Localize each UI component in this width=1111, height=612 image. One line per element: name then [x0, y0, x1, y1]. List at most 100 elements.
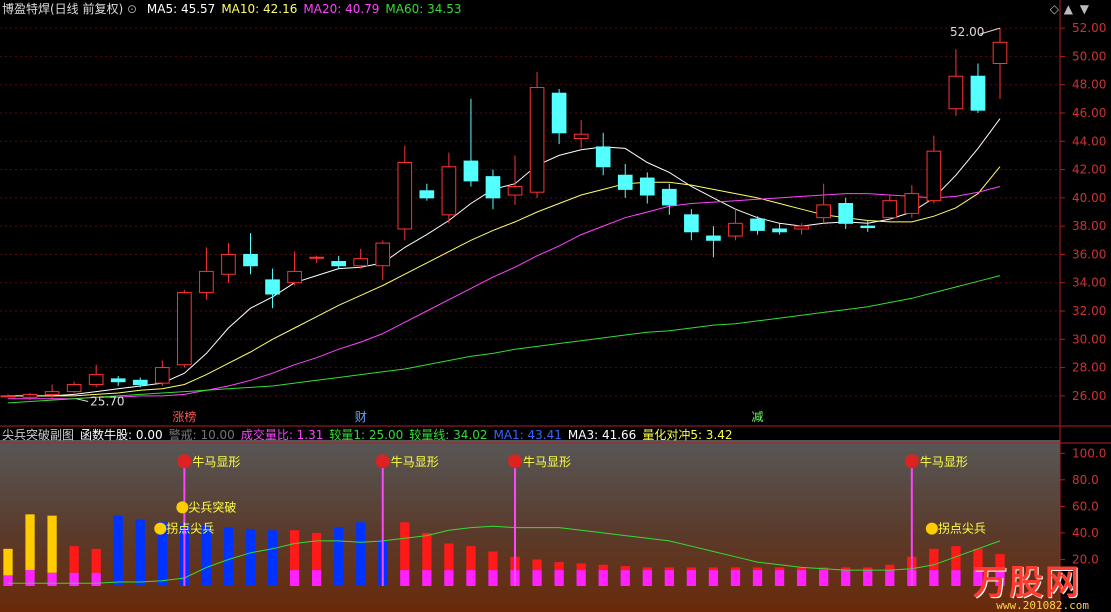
- sub-bar: [730, 567, 741, 586]
- candle: [728, 209, 743, 241]
- sub-bar-base: [951, 570, 961, 586]
- sub-header-item-5: 较量1: 25.00: [329, 428, 404, 442]
- sub-bar: [47, 515, 57, 586]
- sub-bar-body: [664, 567, 674, 571]
- signal-label: 牛马显形: [523, 454, 571, 469]
- watermark-url: www.201082.com: [996, 599, 1089, 612]
- sub-bar-base: [422, 570, 432, 586]
- main-y-tick-label: 26.00: [1072, 389, 1106, 403]
- candle-body: [728, 222, 743, 237]
- candle: [132, 377, 148, 388]
- main-y-tick-label: 28.00: [1072, 361, 1106, 375]
- stock-title[interactable]: 博盈特焊(日线 前复权): [2, 2, 123, 16]
- candle-body: [463, 160, 479, 182]
- sub-bar: [554, 562, 564, 586]
- sub-bar: [686, 567, 697, 586]
- candle: [970, 63, 986, 113]
- sub-header-item-7: MA1: 43.41: [493, 428, 562, 442]
- candle-body: [265, 279, 280, 295]
- candle-body: [507, 186, 523, 196]
- tag-label: 拐点尖兵: [938, 521, 986, 536]
- candle-body: [992, 41, 1008, 64]
- signal-label: 牛马显形: [391, 454, 439, 469]
- sub-bar: [929, 548, 939, 586]
- sub-bar-base: [69, 572, 79, 586]
- sub-header-item-3: 警戒: 10.00: [168, 428, 235, 442]
- candle-body: [551, 92, 567, 134]
- sub-bar-base: [841, 570, 851, 586]
- candle-body: [706, 235, 721, 241]
- candle-body: [948, 75, 964, 110]
- candle: [529, 71, 545, 198]
- sub-bar: [245, 528, 256, 586]
- high-price-label: 52.00: [950, 25, 984, 39]
- candle-body: [794, 225, 809, 230]
- main-y-tick-label: 36.00: [1072, 247, 1106, 261]
- main-y-tick-label: 52.00: [1072, 21, 1106, 35]
- event-marker-2[interactable]: 财: [355, 410, 367, 424]
- candle-body: [441, 166, 457, 216]
- sub-bar: [774, 567, 785, 586]
- candle: [463, 98, 479, 187]
- candle: [926, 135, 942, 204]
- sub-bar-base: [708, 570, 719, 586]
- dropdown-icon[interactable]: ⊙: [127, 2, 137, 16]
- sub-bar: [642, 567, 652, 586]
- sub-bar-body: [774, 567, 785, 571]
- candle-body: [661, 188, 677, 206]
- candle-body: [529, 87, 545, 193]
- sub-bar: [466, 546, 476, 586]
- sub-bar-body: [356, 522, 366, 586]
- candle: [639, 172, 655, 204]
- candle: [66, 381, 82, 394]
- chart-canvas: 26.00 28.00 30.00 32.00 34.00 36.00 38.00 40.00…: [0, 0, 1111, 612]
- candle-body: [419, 190, 435, 199]
- sub-bar-body: [444, 543, 454, 571]
- candle-body: [331, 261, 347, 267]
- sub-bar: [532, 559, 542, 586]
- candle-body: [287, 270, 302, 284]
- sub-bar: [576, 563, 586, 586]
- ma-label-2: MA10: 42.16: [221, 2, 298, 16]
- candle-body: [772, 228, 787, 233]
- sub-bar: [356, 522, 366, 586]
- sub-bar-base: [554, 570, 564, 586]
- candle-body: [904, 193, 920, 214]
- sub-bar: [223, 527, 234, 586]
- diamond-icon[interactable]: ◇: [1050, 2, 1059, 16]
- sub-bar-base: [466, 570, 476, 586]
- ma-line-ma10: [8, 166, 1001, 397]
- candle: [661, 183, 677, 215]
- sub-bar: [488, 551, 498, 586]
- sub-bar-body: [576, 563, 586, 571]
- candle: [309, 255, 324, 263]
- sub-bar-body: [25, 514, 35, 571]
- tag-badge-icon: [176, 501, 189, 514]
- event-marker-1[interactable]: 涨榜: [172, 409, 196, 424]
- sub-bar: [400, 522, 410, 586]
- candle: [353, 248, 369, 269]
- sub-bar-base: [664, 570, 674, 586]
- candle: [816, 183, 831, 224]
- down-icon[interactable]: ▼: [1080, 2, 1089, 16]
- main-y-tick-label: 46.00: [1072, 106, 1106, 120]
- ma-label-1: MA5: 45.57: [146, 2, 216, 16]
- sub-bar-body: [708, 567, 719, 571]
- sub-header: 尖兵突破副图 函数牛股: 0.00 警戒: 10.00 成交量比: 1.31 较量1: …: [2, 428, 739, 442]
- sub-bar-base: [311, 570, 322, 586]
- sub-bar-base: [819, 570, 829, 586]
- candle-body: [132, 379, 148, 386]
- candle-body: [88, 374, 104, 386]
- sub-bar-base: [598, 570, 608, 586]
- sub-bar-body: [422, 532, 432, 571]
- sub-bar-body: [686, 567, 697, 571]
- main-y-tick-label: 48.00: [1072, 78, 1106, 92]
- candle: [706, 226, 721, 258]
- sub-bar-base: [488, 570, 498, 586]
- tag-badge-icon: [925, 522, 938, 535]
- candle-body: [243, 253, 258, 267]
- event-marker-3[interactable]: 减: [752, 410, 764, 424]
- up-icon[interactable]: ▲: [1064, 2, 1073, 16]
- sub-y-tick-label: 80.0: [1072, 473, 1099, 487]
- sub-bar-base: [929, 570, 939, 586]
